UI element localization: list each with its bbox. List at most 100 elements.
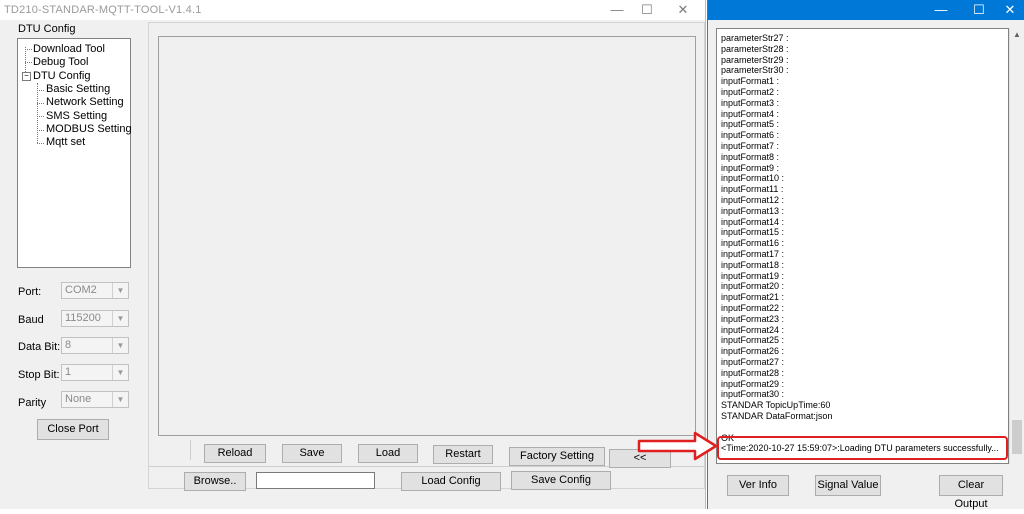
output-line: inputFormat21 : (721, 292, 785, 303)
main-titlebar[interactable]: TD210-STANDAR-MQTT-TOOL-V1.4.1 — ☐ ✕ (0, 0, 705, 20)
restart-button[interactable]: Restart (433, 445, 493, 464)
browse-button[interactable]: Browse.. (184, 472, 246, 491)
config-file-path-input[interactable] (256, 472, 375, 489)
clear-output-button[interactable]: Clear Output (939, 475, 1003, 510)
signal-value-button[interactable]: Signal Value (815, 475, 881, 496)
tree-item-modbus-setting[interactable]: MODBUS Setting (46, 123, 132, 135)
minimize-icon[interactable]: — (602, 0, 632, 20)
tree-item-network-setting[interactable]: Network Setting (46, 96, 124, 108)
output-line: inputFormat2 : (721, 87, 780, 97)
parity-select[interactable]: None ▼ (61, 391, 129, 408)
chevron-up-icon[interactable]: ▲ (1010, 28, 1024, 42)
output-line: inputFormat12 : (721, 195, 785, 205)
tree-line (37, 83, 38, 143)
output-line: inputFormat19 : (721, 270, 785, 281)
output-scrollbar[interactable]: ▲ (1009, 28, 1024, 464)
tree-item-debug-tool[interactable]: Debug Tool (33, 56, 88, 68)
parity-label: Parity (18, 397, 47, 409)
config-display-area[interactable] (158, 36, 696, 436)
tree-item-dtu-config[interactable]: DTU Config (33, 70, 90, 82)
stopbit-value: 1 (65, 366, 72, 378)
save-config-button[interactable]: Save Config (511, 471, 611, 490)
close-port-button[interactable]: Close Port (37, 419, 109, 440)
output-line: inputFormat3 : (721, 97, 780, 108)
tree-item-mqtt-set[interactable]: Mqtt set (46, 136, 85, 148)
output-line: STANDAR TopicUpTime:60 (721, 400, 831, 411)
scroll-thumb[interactable] (1012, 420, 1022, 454)
output-line: inputFormat5 : (721, 119, 780, 130)
divider (190, 440, 191, 460)
port-select[interactable]: COM2 ▼ (61, 282, 129, 299)
output-line: parameterStr30 : (721, 65, 789, 76)
output-line: inputFormat22 : (721, 303, 785, 313)
output-line: STANDAR DataFormat:json (721, 411, 833, 421)
tree-line (37, 116, 44, 117)
chevron-down-icon: ▼ (112, 283, 128, 298)
chevron-down-icon: ▼ (112, 365, 128, 380)
databit-value: 8 (65, 339, 72, 351)
output-line: inputFormat23 : (721, 313, 785, 324)
reload-button[interactable]: Reload (204, 444, 266, 463)
tree-line (37, 143, 44, 144)
output-line: inputFormat27 : (721, 357, 785, 367)
output-line: inputFormat18 : (721, 259, 785, 270)
stopbit-select[interactable]: 1 ▼ (61, 364, 129, 381)
load-config-button[interactable]: Load Config (401, 472, 501, 491)
port-label: Port: (18, 286, 42, 298)
stopbit-label: Stop Bit: (18, 369, 60, 381)
close-icon[interactable]: ✕ (995, 0, 1024, 20)
output-line: inputFormat15 : (721, 227, 785, 238)
chevron-down-icon: ▼ (112, 392, 128, 407)
databit-label: Data Bit: (18, 341, 61, 353)
output-line: inputFormat30 : (721, 389, 785, 400)
output-line: inputFormat16 : (721, 238, 785, 249)
output-line: parameterStr27 : (721, 33, 789, 43)
output-titlebar[interactable]: — ☐ ✕ (708, 0, 1024, 20)
tree-line (37, 103, 44, 104)
output-line: inputFormat25 : (721, 335, 785, 346)
minimize-icon[interactable]: — (926, 0, 956, 20)
save-button[interactable]: Save (282, 444, 342, 463)
chevron-down-icon: ▼ (112, 311, 128, 326)
output-line: inputFormat11 : (721, 184, 784, 195)
output-line: inputFormat1 : (721, 76, 780, 87)
maximize-icon[interactable]: ☐ (632, 0, 662, 20)
tree-item-download-tool[interactable]: Download Tool (33, 43, 105, 55)
output-line: inputFormat4 : (721, 108, 780, 119)
load-button[interactable]: Load (358, 444, 418, 463)
tree-line (37, 130, 44, 131)
databit-select[interactable]: 8 ▼ (61, 337, 129, 354)
tree-line (25, 47, 26, 74)
output-line: inputFormat8 : (721, 151, 780, 162)
tree-item-basic-setting[interactable]: Basic Setting (46, 83, 110, 95)
output-log[interactable]: parameterStr27 : parameterStr28 : paramete… (716, 28, 1009, 464)
output-line: inputFormat13 : (721, 205, 785, 216)
output-line: inputFormat9 : (721, 162, 780, 173)
window-title: TD210-STANDAR-MQTT-TOOL-V1.4.1 (4, 4, 202, 16)
maximize-icon[interactable]: ☐ (964, 0, 994, 20)
arrow-annotation-icon (637, 431, 718, 461)
highlight-annotation (717, 436, 1008, 460)
output-line: inputFormat28 : (721, 367, 785, 378)
output-line: inputFormat10 : (721, 173, 785, 184)
output-line: inputFormat29 : (721, 378, 785, 389)
output-line: inputFormat17 : (721, 249, 785, 259)
output-line: inputFormat6 : (721, 130, 780, 141)
baud-select[interactable]: 115200 ▼ (61, 310, 129, 327)
output-line: inputFormat26 : (721, 346, 785, 357)
tree-label: DTU Config (18, 23, 76, 35)
tree-collapse-icon[interactable]: − (22, 72, 31, 81)
output-line: parameterStr29 : (721, 54, 789, 65)
output-line: inputFormat20 : (721, 281, 785, 292)
chevron-down-icon: ▼ (112, 338, 128, 353)
tree-line (25, 62, 32, 63)
tree-line (25, 49, 32, 50)
ver-info-button[interactable]: Ver Info (727, 475, 789, 496)
factory-setting-button[interactable]: Factory Setting (509, 447, 605, 466)
baud-label: Baud (18, 314, 44, 326)
tree-line (37, 90, 44, 91)
navigation-tree[interactable]: − Download Tool Debug Tool DTU Config Ba… (17, 38, 132, 268)
output-line: inputFormat24 : (721, 324, 785, 335)
close-icon[interactable]: ✕ (668, 0, 698, 20)
tree-item-sms-setting[interactable]: SMS Setting (46, 110, 107, 122)
